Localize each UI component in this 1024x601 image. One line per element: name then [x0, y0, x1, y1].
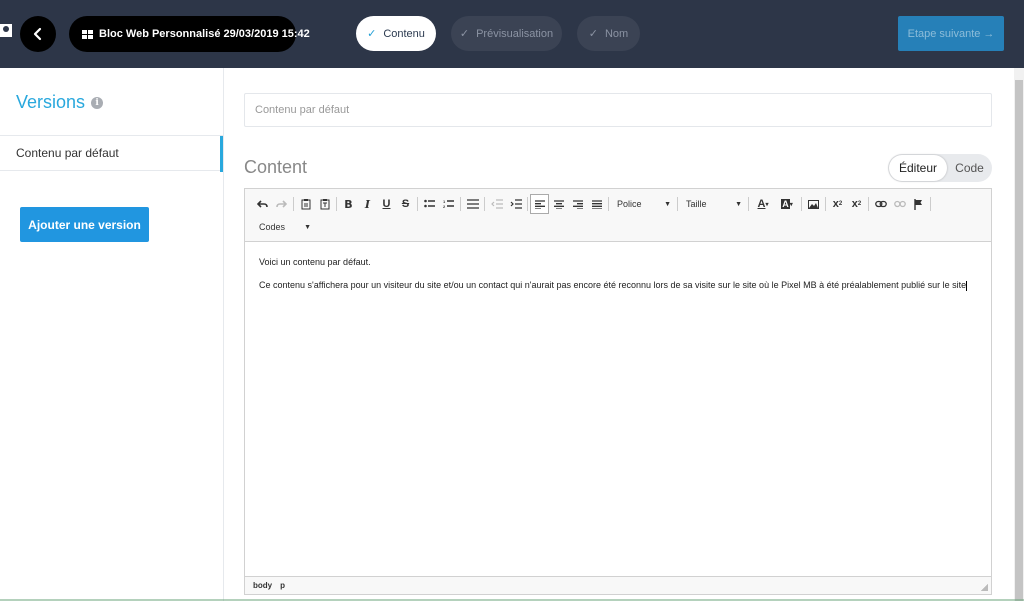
outdent-icon[interactable] [487, 194, 506, 214]
page-scrollbar[interactable] [1014, 68, 1024, 601]
toolbar-row: B I U S 12 Police ▼ Taille ▼ A ▾ A ▾ x 2… [253, 193, 933, 215]
block-title: Bloc Web Personnalisé 29/03/2019 15:42 [99, 28, 310, 40]
editor-paragraph-text: Ce contenu s'affichera pour un visiteur … [259, 280, 967, 290]
codes-dropdown[interactable]: Codes ▼ [253, 217, 315, 237]
font-size-label: Taille [686, 199, 707, 209]
content-name-input[interactable]: Contenu par défaut [244, 93, 992, 127]
resize-handle-icon[interactable] [981, 584, 988, 591]
element-path-body[interactable]: body [253, 581, 272, 590]
codes-label: Codes [259, 222, 286, 232]
step-contenu[interactable]: ✓ Contenu [356, 16, 436, 51]
top-bar: Bloc Web Personnalisé 29/03/2019 15:42 ✓… [0, 0, 1024, 68]
background-color-icon[interactable]: A ▾ [775, 194, 799, 214]
undo-icon[interactable] [253, 194, 272, 214]
block-title-pill[interactable]: Bloc Web Personnalisé 29/03/2019 15:42 [69, 16, 310, 52]
text-color-icon[interactable]: A ▾ [751, 194, 775, 214]
step-previsualisation[interactable]: ✓ Prévisualisation [451, 16, 562, 51]
element-path-p[interactable]: p [280, 581, 285, 590]
version-item-default[interactable]: Contenu par défaut [0, 135, 223, 172]
location-pin-icon [0, 24, 12, 37]
font-family-label: Police [617, 199, 642, 209]
paste-text-icon[interactable] [315, 194, 334, 214]
editor-paragraph: Voici un contenu par défaut. [259, 257, 371, 267]
mode-code-button[interactable]: Code [947, 161, 992, 175]
toolbar-separator [677, 197, 678, 211]
superscript-icon[interactable]: x2 [847, 194, 866, 214]
link-icon[interactable] [871, 194, 890, 214]
redo-icon[interactable] [272, 194, 291, 214]
font-size-dropdown[interactable]: Taille ▼ [680, 194, 746, 214]
step-nom[interactable]: ✓ Nom [577, 16, 640, 51]
arrow-right-icon: → [983, 27, 995, 40]
align-justify-icon[interactable] [587, 194, 606, 214]
toolbar-row: Codes ▼ [253, 216, 315, 238]
versions-title: Versions i [16, 92, 104, 113]
editor-paragraph: Ce contenu s'affichera pour un visiteur … [259, 278, 975, 293]
toolbar-separator [748, 197, 749, 211]
align-right-icon[interactable] [568, 194, 587, 214]
editor-mode-toggle: Éditeur Code [888, 154, 992, 182]
font-family-dropdown[interactable]: Police ▼ [611, 194, 675, 214]
toolbar-separator [825, 197, 826, 211]
chevron-left-icon [33, 27, 42, 41]
section-title: Content [244, 157, 308, 177]
toolbar-separator [868, 197, 869, 211]
align-center-icon[interactable] [549, 194, 568, 214]
unlink-icon[interactable] [890, 194, 909, 214]
next-step-label: Etape suivante [907, 27, 981, 40]
subscript-icon[interactable]: x2 [828, 194, 847, 214]
horizontal-rule-icon[interactable] [463, 194, 482, 214]
active-indicator [220, 136, 223, 172]
bullet-list-icon[interactable] [420, 194, 439, 214]
numbered-list-icon[interactable]: 12 [439, 194, 458, 214]
toolbar-separator [460, 197, 461, 211]
widgets-icon [82, 29, 93, 39]
image-icon[interactable] [804, 194, 823, 214]
text-cursor [966, 280, 968, 291]
version-item-label: Contenu par défaut [16, 146, 119, 160]
editor-content-area[interactable]: Voici un contenu par défaut. Ce contenu … [259, 255, 975, 301]
mode-editor-button[interactable]: Éditeur [889, 155, 947, 181]
italic-icon[interactable]: I [358, 194, 377, 214]
bold-icon[interactable]: B [339, 194, 358, 214]
toolbar-separator [417, 197, 418, 211]
check-icon: ✓ [588, 28, 598, 40]
toolbar-separator [527, 197, 528, 211]
toolbar-separator [930, 197, 931, 211]
toolbar-separator [336, 197, 337, 211]
editor-statusbar: body p [245, 576, 991, 594]
strikethrough-icon[interactable]: S [396, 194, 415, 214]
toolbar-separator [484, 197, 485, 211]
underline-icon[interactable]: U [377, 194, 396, 214]
align-left-icon[interactable] [530, 194, 549, 214]
info-icon[interactable]: i [91, 96, 104, 109]
flag-icon[interactable] [909, 194, 928, 214]
step-label: Nom [604, 27, 629, 40]
indent-icon[interactable] [506, 194, 525, 214]
scrollbar-thumb[interactable] [1015, 80, 1023, 601]
editor-toolbar: B I U S 12 Police ▼ Taille ▼ A ▾ A ▾ x 2… [245, 189, 991, 242]
toolbar-separator [801, 197, 802, 211]
next-step-button[interactable]: Etape suivante → [898, 16, 1004, 51]
caret-down-icon: ▼ [664, 200, 671, 208]
step-label: Contenu [383, 27, 425, 40]
versions-title-text: Versions [16, 92, 86, 112]
toolbar-separator [608, 197, 609, 211]
toolbar-separator [293, 197, 294, 211]
versions-sidebar: Versions i Contenu par défaut Ajouter un… [0, 68, 224, 601]
back-button[interactable] [20, 16, 56, 52]
step-label: Prévisualisation [476, 27, 554, 40]
caret-down-icon: ▼ [304, 223, 311, 231]
svg-text:2: 2 [443, 204, 446, 209]
add-version-button[interactable]: Ajouter une version [20, 207, 149, 242]
paste-icon[interactable] [296, 194, 315, 214]
rich-text-editor: B I U S 12 Police ▼ Taille ▼ A ▾ A ▾ x 2… [244, 188, 992, 595]
caret-down-icon: ▼ [735, 200, 742, 208]
check-icon: ✓ [367, 28, 377, 40]
check-icon: ✓ [459, 28, 470, 40]
